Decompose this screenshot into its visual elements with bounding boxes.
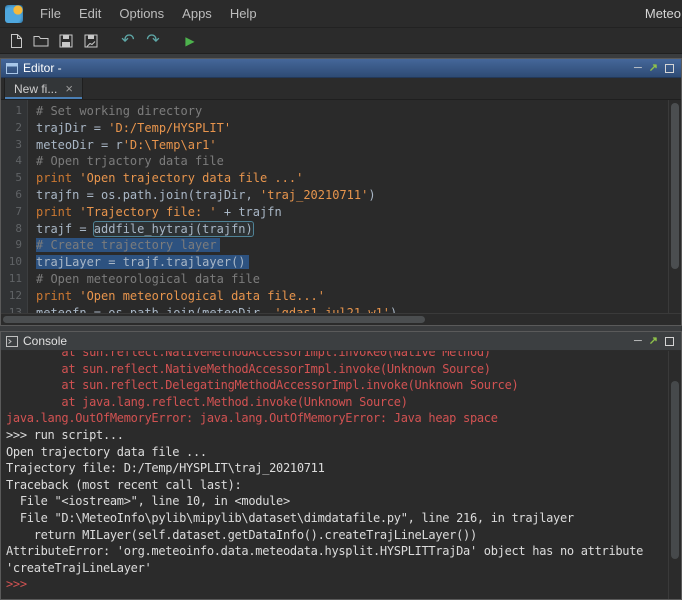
open-file-button[interactable] <box>30 30 52 52</box>
console-line: at java.lang.reflect.Method.invoke(Unkno… <box>6 394 668 411</box>
tab-label: New fi... <box>14 82 57 96</box>
undo-button[interactable]: ↶ <box>117 30 139 52</box>
minimize-icon[interactable]: ─ <box>634 336 642 347</box>
scrollbar-thumb[interactable] <box>3 316 425 323</box>
console-line: File "D:\MeteoInfo\pylib\mipylib\dataset… <box>6 510 668 527</box>
line-number: 8 <box>1 221 22 238</box>
line-number: 1 <box>1 103 22 120</box>
editor-panel: Editor - ─ ↗ New fi... × 123456789101112… <box>0 58 682 326</box>
undo-icon: ↶ <box>121 33 134 49</box>
menu-file[interactable]: File <box>31 0 70 27</box>
console-wrap: at sun.reflect.NativeMethodAccessorImpl.… <box>1 351 681 599</box>
line-number: 5 <box>1 170 22 187</box>
line-number: 13 <box>1 305 22 313</box>
tab-new-file[interactable]: New fi... × <box>4 78 83 99</box>
scrollbar-thumb[interactable] <box>671 103 679 269</box>
console-line: java.lang.OutOfMemoryError: java.lang.Ou… <box>6 410 668 427</box>
maximize-icon[interactable] <box>665 64 674 73</box>
save-as-button[interactable] <box>80 30 102 52</box>
editor-gutter: 12345678910111213 <box>1 100 28 313</box>
code-line-13[interactable]: meteofn = os.path.join(meteoDir, 'gdas1.… <box>36 305 668 313</box>
console-line: at sun.reflect.NativeMethodAccessorImpl.… <box>6 351 668 361</box>
code-line-9[interactable]: # Create trajectory layer <box>36 237 668 254</box>
console-line: at sun.reflect.DelegatingMethodAccessorI… <box>6 377 668 394</box>
console-vertical-scrollbar[interactable] <box>668 351 681 599</box>
code-line-11[interactable]: # Open meteorological data file <box>36 271 668 288</box>
console-line: Open trajectory data file ... <box>6 444 668 461</box>
line-number: 9 <box>1 237 22 254</box>
code-line-12[interactable]: print 'Open meteorological data file...' <box>36 288 668 305</box>
console-line: at sun.reflect.NativeMethodAccessorImpl.… <box>6 361 668 378</box>
open-folder-icon <box>33 34 49 47</box>
menu-apps[interactable]: Apps <box>173 0 221 27</box>
console-line: 'createTrajLineLayer' <box>6 560 668 577</box>
save-button[interactable] <box>55 30 77 52</box>
line-number: 4 <box>1 153 22 170</box>
editor-body: 12345678910111213 # Set working director… <box>1 100 681 313</box>
app-logo-icon <box>5 5 23 23</box>
editor-window-icon <box>6 63 18 74</box>
float-panel-icon[interactable]: ↗ <box>649 336 658 347</box>
console-panel: Console ─ ↗ at sun.reflect.NativeMethodA… <box>0 331 682 600</box>
redo-icon: ↷ <box>146 33 159 49</box>
console-header-controls: ─ ↗ <box>634 336 676 347</box>
menu-help[interactable]: Help <box>221 0 266 27</box>
scrollbar-thumb[interactable] <box>671 381 679 560</box>
editor-header-controls: ─ ↗ <box>634 63 676 74</box>
redo-button[interactable]: ↷ <box>142 30 164 52</box>
toolbar-separator <box>167 28 176 53</box>
editor-tab-bar: New fi... × <box>1 78 681 100</box>
code-line-5[interactable]: print 'Open trajectory data file ...' <box>36 170 668 187</box>
editor-vertical-scrollbar[interactable] <box>668 100 681 313</box>
editor-horizontal-scrollbar[interactable] <box>1 313 681 325</box>
code-line-1[interactable]: # Set working directory <box>36 103 668 120</box>
console-line: >>> run script... <box>6 427 668 444</box>
minimize-icon[interactable]: ─ <box>634 63 642 74</box>
save-as-icon <box>84 34 98 48</box>
code-line-10[interactable]: trajLayer = trajf.trajlayer() <box>36 254 668 271</box>
float-panel-icon[interactable]: ↗ <box>649 63 658 74</box>
console-line: Trajectory file: D:/Temp/HYSPLIT\traj_20… <box>6 460 668 477</box>
toolbar-separator <box>105 28 114 53</box>
toolbar: ↶ ↷ ▶ <box>0 28 682 54</box>
tab-close-icon[interactable]: × <box>65 82 73 95</box>
editor-code[interactable]: # Set working directorytrajDir = 'D:/Tem… <box>28 100 668 313</box>
line-number: 10 <box>1 254 22 271</box>
console-line: AttributeError: 'org.meteoinfo.data.mete… <box>6 543 668 560</box>
line-number: 2 <box>1 120 22 137</box>
new-file-icon <box>10 33 23 49</box>
line-number: 12 <box>1 288 22 305</box>
console-output[interactable]: at sun.reflect.NativeMethodAccessorImpl.… <box>1 351 668 599</box>
console-panel-title: Console <box>23 334 67 348</box>
console-line: >>> <box>6 576 668 593</box>
new-script-button[interactable] <box>5 30 27 52</box>
menu-bar: FileEditOptionsAppsHelp Meteo <box>0 0 682 28</box>
menu-options[interactable]: Options <box>110 0 173 27</box>
code-line-2[interactable]: trajDir = 'D:/Temp/HYSPLIT' <box>36 120 668 137</box>
line-number: 11 <box>1 271 22 288</box>
console-line: Traceback (most recent call last): <box>6 477 668 494</box>
line-number: 6 <box>1 187 22 204</box>
run-script-button[interactable]: ▶ <box>179 30 201 52</box>
console-panel-header[interactable]: Console ─ ↗ <box>1 332 681 351</box>
line-number: 7 <box>1 204 22 221</box>
code-line-7[interactable]: print 'Trajectory file: ' + trajfn <box>36 204 668 221</box>
app-window: FileEditOptionsAppsHelp Meteo <box>0 0 682 600</box>
run-icon: ▶ <box>185 35 194 47</box>
editor-panel-title: Editor - <box>23 61 62 75</box>
save-icon <box>59 34 73 48</box>
editor-panel-header[interactable]: Editor - ─ ↗ <box>1 59 681 78</box>
line-number: 3 <box>1 137 22 154</box>
console-line: File "<iostream>", line 10, in <module> <box>6 493 668 510</box>
console-icon <box>6 336 18 347</box>
maximize-icon[interactable] <box>665 337 674 346</box>
menu-edit[interactable]: Edit <box>70 0 110 27</box>
menu-items: FileEditOptionsAppsHelp <box>31 0 266 27</box>
code-line-6[interactable]: trajfn = os.path.join(trajDir, 'traj_202… <box>36 187 668 204</box>
console-line: return MILayer(self.dataset.getDataInfo(… <box>6 527 668 544</box>
code-line-4[interactable]: # Open trjactory data file <box>36 153 668 170</box>
code-line-3[interactable]: meteoDir = r'D:\Temp\ar1' <box>36 137 668 154</box>
code-line-8[interactable]: trajf = addfile_hytraj(trajfn) <box>36 221 668 238</box>
window-title: Meteo <box>645 6 682 21</box>
